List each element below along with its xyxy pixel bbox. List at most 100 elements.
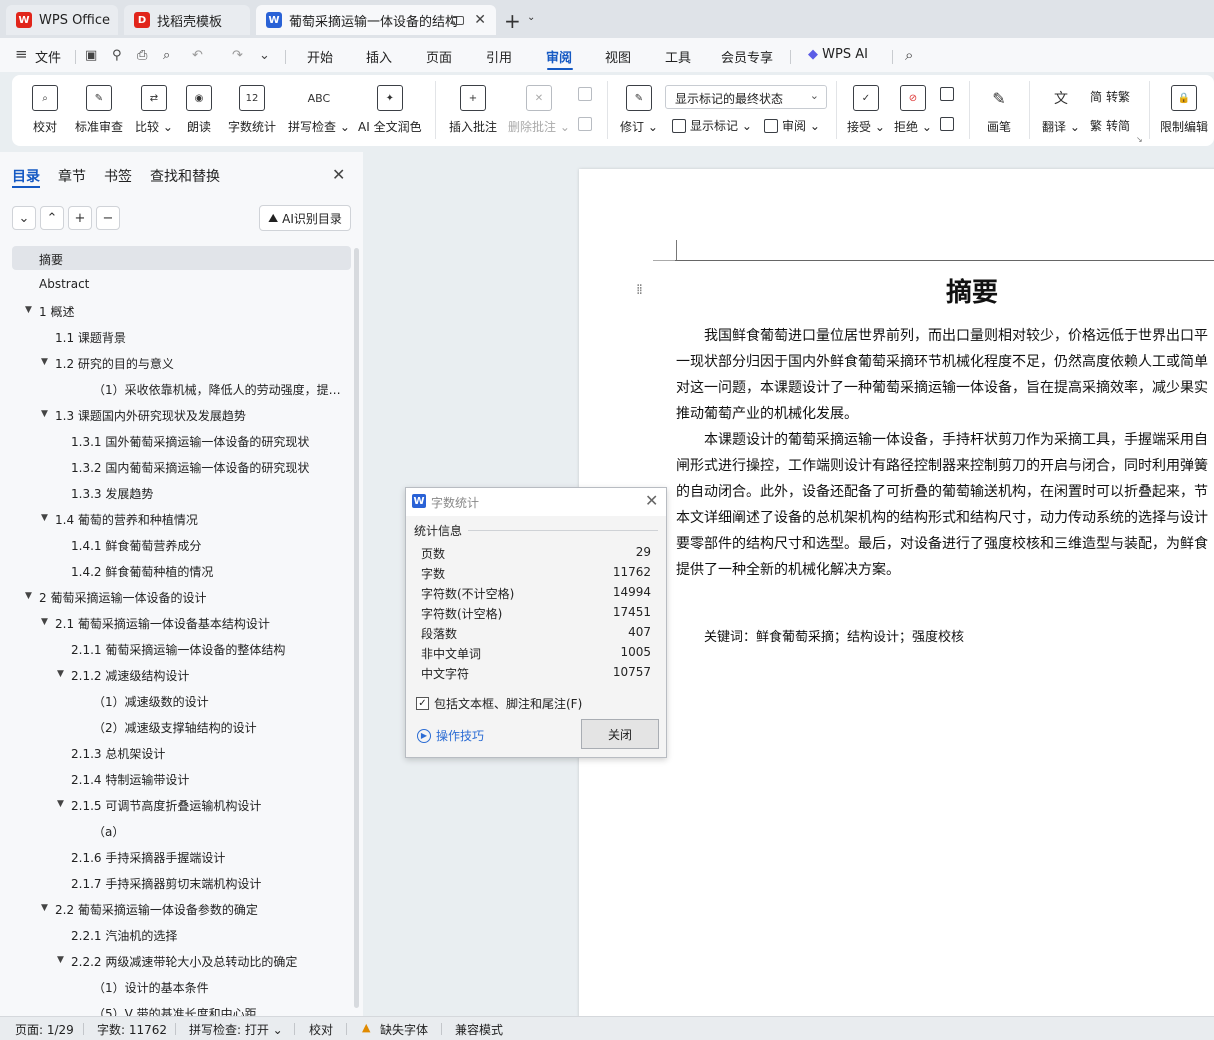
- nav-tab-sections[interactable]: 章节: [58, 166, 86, 186]
- menu-file[interactable]: 文件: [35, 47, 61, 66]
- nav-scrollbar[interactable]: [354, 248, 359, 1008]
- toc-item[interactable]: 2.1.4 特制运输带设计: [71, 766, 350, 790]
- toc-item[interactable]: 摘要: [12, 246, 351, 270]
- menu-review[interactable]: 审阅: [546, 47, 572, 66]
- undo-icon[interactable]: ↶: [192, 48, 203, 63]
- next-change-icon[interactable]: [940, 117, 958, 131]
- ai-toc-button[interactable]: ⛰ AI识别目录: [259, 205, 351, 231]
- restrict-edit-button[interactable]: 🔒 限制编辑: [1160, 75, 1208, 146]
- nav-tab-bookmarks[interactable]: 书签: [104, 166, 132, 186]
- drag-handle-icon[interactable]: ⁞⁞: [636, 283, 643, 297]
- reject-button[interactable]: ⊘ 拒绝 ⌄: [894, 75, 932, 146]
- toc-item[interactable]: 1.3 课题国内外研究现状及发展趋势: [55, 402, 350, 426]
- toc-item[interactable]: 2.1.5 可调节高度折叠运输机构设计: [71, 792, 350, 816]
- new-tab-plus-icon[interactable]: +: [504, 9, 521, 33]
- close-dialog-icon[interactable]: ✕: [645, 491, 658, 510]
- save-icon[interactable]: ▣: [85, 48, 97, 63]
- toc-item[interactable]: 1.3.3 发展趋势: [71, 480, 350, 504]
- toc-item[interactable]: 1.1 课题背景: [55, 324, 350, 348]
- tips-link[interactable]: ▶ 操作技巧: [417, 727, 484, 744]
- toc-item[interactable]: 2 葡萄采摘运输一体设备的设计: [39, 584, 350, 608]
- screen-icon[interactable]: [452, 15, 464, 25]
- menu-references[interactable]: 引用: [486, 47, 512, 66]
- word-count-button[interactable]: 12 字数统计: [228, 75, 276, 146]
- proofread-button[interactable]: ⌕ 校对: [32, 75, 58, 146]
- menu-home[interactable]: 开始: [307, 47, 333, 66]
- accept-button[interactable]: ✓ 接受 ⌄: [847, 75, 885, 146]
- insert-comment-button[interactable]: + 插入批注: [449, 75, 497, 146]
- status-word-count[interactable]: 字数: 11762: [97, 1021, 167, 1038]
- menu-insert[interactable]: 插入: [366, 47, 392, 66]
- delete-comment-button[interactable]: ✕ 删除批注 ⌄: [508, 75, 570, 146]
- toc-item[interactable]: （1）采收依靠机械，降低人的劳动强度，提高生 ...: [93, 376, 350, 400]
- ai-polish-button[interactable]: ✦ AI 全文润色: [358, 75, 422, 146]
- toc-item[interactable]: 1.4.2 鲜食葡萄种植的情况: [71, 558, 350, 582]
- menu-tools[interactable]: 工具: [665, 47, 691, 66]
- close-button[interactable]: 关闭: [581, 719, 659, 749]
- toc-item[interactable]: 2.1 葡萄采摘运输一体设备基本结构设计: [55, 610, 350, 634]
- document-page[interactable]: ⁞⁞ 摘要 我国鲜食葡萄进口量位居世界前列，而出口量则相对较少，价格远低于世界出…: [579, 169, 1214, 1019]
- status-spell-check[interactable]: 拼写检查: 打开 ⌄: [189, 1021, 283, 1038]
- print-icon[interactable]: ⎙: [137, 48, 147, 63]
- tab-current-document[interactable]: W 葡萄采摘运输一体设备的结构 ✕: [256, 5, 496, 35]
- ribbon-group-expand-icon[interactable]: ↘: [1136, 135, 1143, 144]
- collapse-arrow-icon[interactable]: ▼: [41, 513, 48, 523]
- menu-page[interactable]: 页面: [426, 47, 452, 66]
- previous-comment-icon[interactable]: [578, 87, 596, 101]
- toc-item[interactable]: （2）减速级支撑轴结构的设计: [93, 714, 350, 738]
- collapse-arrow-icon[interactable]: ▼: [25, 591, 32, 601]
- read-aloud-button[interactable]: ◉ 朗读: [186, 75, 212, 146]
- tab-wps-office[interactable]: W WPS Office: [6, 5, 118, 35]
- menu-member[interactable]: 会员专享: [721, 47, 773, 66]
- tab-docer-templates[interactable]: D 找稻壳模板: [124, 5, 250, 35]
- translate-button[interactable]: 文 翻译 ⌄: [1042, 75, 1080, 146]
- toc-item[interactable]: （1）设计的基本条件: [93, 974, 350, 998]
- toc-item[interactable]: 2.1.3 总机架设计: [71, 740, 350, 764]
- markup-display-select[interactable]: 显示标记的最终状态 ⌄: [665, 85, 827, 109]
- standard-review-button[interactable]: ✎ 标准审查: [75, 75, 123, 146]
- collapse-arrow-icon[interactable]: ▼: [57, 955, 64, 965]
- status-missing-font[interactable]: 缺失字体: [380, 1021, 428, 1038]
- toc-item[interactable]: Abstract: [39, 272, 350, 296]
- toc-item[interactable]: 2.1.1 葡萄采摘运输一体设备的整体结构: [71, 636, 350, 660]
- toc-item[interactable]: 1.3.2 国内葡萄采摘运输一体设备的研究现状: [71, 454, 350, 478]
- toc-item[interactable]: 1.4.1 鲜食葡萄营养成分: [71, 532, 350, 556]
- chevron-down-icon[interactable]: ⌄: [527, 12, 535, 23]
- pen-button[interactable]: ✎ 画笔: [986, 75, 1012, 146]
- collapse-arrow-icon[interactable]: ▼: [41, 617, 48, 627]
- collapse-arrow-icon[interactable]: ▼: [41, 409, 48, 419]
- toc-item[interactable]: 2.2.1 汽油机的选择: [71, 922, 350, 946]
- add-heading-button[interactable]: +: [68, 206, 92, 230]
- checkbox-checked-icon[interactable]: ✓: [416, 697, 429, 710]
- status-proofread[interactable]: 校对: [309, 1021, 333, 1038]
- toc-item[interactable]: 2.2 葡萄采摘运输一体设备参数的确定: [55, 896, 350, 920]
- close-tab-icon[interactable]: ✕: [474, 12, 486, 28]
- toc-item[interactable]: （a）: [93, 818, 350, 842]
- link-icon[interactable]: ⚲: [112, 48, 122, 63]
- dialog-titlebar[interactable]: W 字数统计 ✕: [406, 488, 666, 516]
- collapse-up-button[interactable]: ⌃: [40, 206, 64, 230]
- menu-wps-ai[interactable]: ◆ WPS AI: [808, 47, 868, 62]
- hamburger-menu-icon[interactable]: ≡: [15, 45, 28, 63]
- expand-down-button[interactable]: ⌄: [12, 206, 36, 230]
- collapse-arrow-icon[interactable]: ▼: [25, 305, 32, 315]
- toc-item[interactable]: 1.2 研究的目的与意义: [55, 350, 350, 374]
- toc-item[interactable]: （1）减速级数的设计: [93, 688, 350, 712]
- toc-item[interactable]: 1 概述: [39, 298, 350, 322]
- menu-view[interactable]: 视图: [605, 47, 631, 66]
- toc-item[interactable]: 2.2.2 两级减速带轮大小及总转动比的确定: [71, 948, 350, 972]
- redo-icon[interactable]: ↷: [232, 48, 243, 63]
- nav-tab-find-replace[interactable]: 查找和替换: [150, 166, 220, 186]
- toc-item[interactable]: 1.3.1 国外葡萄采摘运输一体设备的研究现状: [71, 428, 350, 452]
- print-preview-icon[interactable]: ⌕: [163, 48, 170, 63]
- include-textbox-checkbox[interactable]: ✓ 包括文本框、脚注和尾注(F): [416, 695, 582, 712]
- collapse-arrow-icon[interactable]: ▼: [57, 799, 64, 809]
- search-icon[interactable]: ⌕: [905, 46, 913, 64]
- show-markup-button[interactable]: 显示标记 ⌄: [672, 117, 752, 134]
- collapse-arrow-icon[interactable]: ▼: [41, 903, 48, 913]
- compare-button[interactable]: ⇄ 比较 ⌄: [135, 75, 173, 146]
- toc-item[interactable]: 2.1.2 减速级结构设计: [71, 662, 350, 686]
- quick-access-more-icon[interactable]: ⌄: [259, 48, 270, 63]
- close-nav-pane-icon[interactable]: ✕: [332, 165, 345, 184]
- remove-heading-button[interactable]: −: [96, 206, 120, 230]
